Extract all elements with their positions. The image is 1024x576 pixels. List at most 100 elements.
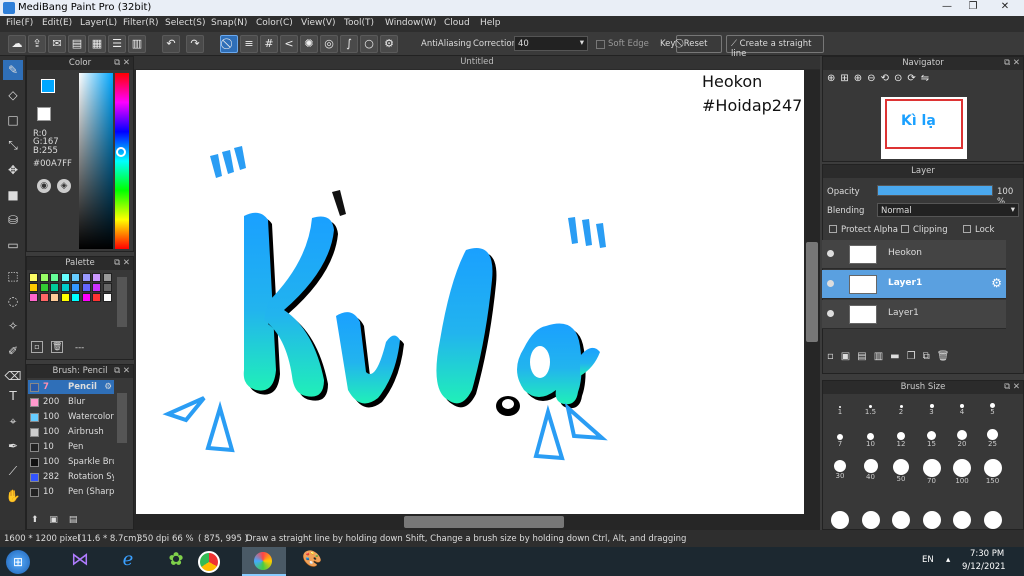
gradient-tool-icon[interactable]: ▭ xyxy=(3,235,23,255)
palette-swatch[interactable] xyxy=(92,273,101,282)
palette-swatch[interactable] xyxy=(39,293,49,302)
brush-size-option[interactable]: 40 xyxy=(856,459,886,485)
brush-size-option[interactable]: 50 xyxy=(886,459,916,485)
close-icon[interactable]: ⧉ ✕ xyxy=(114,365,130,378)
zoom-out-icon[interactable]: ⊖ xyxy=(867,73,880,84)
menu-select[interactable]: Select(S) xyxy=(165,18,206,28)
palette-swatch[interactable] xyxy=(102,273,112,282)
palette-scrollbar[interactable] xyxy=(117,277,127,327)
protect-alpha-checkbox[interactable] xyxy=(829,225,837,233)
bucket-tool-icon[interactable]: ⛁ xyxy=(3,210,23,230)
select-eraser-icon[interactable]: ⌫ xyxy=(3,366,23,386)
brush-item[interactable]: 10 Pen (Sharp xyxy=(28,485,114,499)
redo-icon[interactable]: ↷ xyxy=(186,35,204,53)
clock-date[interactable]: 9/12/2021 xyxy=(962,562,1006,572)
palette-swatch[interactable] xyxy=(29,283,38,292)
new-1bit-layer-icon[interactable]: ▥ xyxy=(874,351,890,362)
saturation-value-picker[interactable] xyxy=(79,73,113,249)
brush-size-dot[interactable] xyxy=(922,511,941,529)
layer-item[interactable]: Heokon xyxy=(822,240,1006,269)
close-icon[interactable]: ⧉ ✕ xyxy=(114,257,130,270)
list-icon[interactable]: ☰ xyxy=(108,35,126,53)
brush-size-option[interactable]: 70 xyxy=(917,459,947,485)
move-tool-icon[interactable]: ✥ xyxy=(3,160,23,180)
brush-item[interactable]: 100 Airbrush xyxy=(28,425,114,439)
palette-swatch[interactable] xyxy=(50,293,59,302)
brush-size-option[interactable]: 5 xyxy=(978,395,1008,421)
visibility-icon[interactable] xyxy=(827,250,834,257)
rotate-reset-icon[interactable]: ⊙ xyxy=(894,73,907,84)
new-8bit-layer-icon[interactable]: ▤ xyxy=(857,351,873,362)
horizontal-scroll-thumb[interactable] xyxy=(404,516,564,528)
navigator-preview[interactable]: Kì lạ xyxy=(881,97,967,159)
brush-size-dot[interactable] xyxy=(861,511,880,529)
brush-size-option[interactable]: 10 xyxy=(856,427,886,453)
coccoc-icon[interactable]: ✿ xyxy=(156,549,196,575)
canvas[interactable]: Heokon #Hoidap247 xyxy=(136,70,804,514)
hue-slider[interactable] xyxy=(115,73,129,249)
straight-line-button[interactable]: ⟋ Create a straight line xyxy=(726,35,824,59)
flip-icon[interactable]: ⇋ xyxy=(921,73,934,84)
zoom-in-icon[interactable]: ⊕ xyxy=(827,73,840,84)
new-halftone-layer-icon[interactable]: ▣ xyxy=(841,351,857,362)
palette-swatch[interactable] xyxy=(71,273,80,282)
menu-color[interactable]: Color(C) xyxy=(256,18,293,28)
trash-icon[interactable]: 🗑 xyxy=(937,351,957,362)
trash-icon[interactable]: 🗑 xyxy=(51,341,63,353)
brush-size-option[interactable]: 2 xyxy=(886,395,916,421)
zoom-in-icon[interactable]: ⊕ xyxy=(854,73,867,84)
share-icon[interactable]: ⇪ xyxy=(28,35,46,53)
zoom-fit-icon[interactable]: ⊞ xyxy=(840,73,853,84)
palette-swatch[interactable] xyxy=(60,283,70,292)
soft-edge-checkbox[interactable] xyxy=(596,40,605,49)
brush-size-option[interactable]: 20 xyxy=(947,427,977,453)
menu-window[interactable]: Window(W) xyxy=(385,18,436,28)
palette-swatch[interactable] xyxy=(60,273,70,282)
medibang-taskbar-icon[interactable] xyxy=(242,547,286,576)
visual-studio-icon[interactable]: ⋈ xyxy=(60,549,100,575)
select-pen-icon[interactable]: ✐ xyxy=(3,341,23,361)
start-button[interactable]: ⊞ xyxy=(6,550,30,574)
palette-swatch[interactable] xyxy=(81,273,91,282)
menu-help[interactable]: Help xyxy=(480,18,501,28)
snap-off-icon[interactable]: ⃠ xyxy=(220,35,238,53)
operation-tool-icon[interactable]: ⌖ xyxy=(3,411,23,431)
secondary-color-swatch[interactable] xyxy=(37,107,51,121)
brush-size-dot[interactable] xyxy=(831,511,849,529)
correction-select[interactable]: 40 ▾ xyxy=(514,36,588,51)
close-button[interactable]: ✕ xyxy=(990,0,1020,14)
reset-button[interactable]: ⃠ Reset xyxy=(676,35,722,53)
brush-item[interactable]: 7 Pencil ⚙ xyxy=(28,380,114,394)
menu-layer[interactable]: Layer(L) xyxy=(80,18,117,28)
palette-swatch[interactable] xyxy=(81,283,91,292)
add-brush-icon[interactable]: ▣ xyxy=(49,515,58,525)
brush-item[interactable]: 100 Sparkle Bru xyxy=(28,455,114,469)
grid-icon[interactable]: ▥ xyxy=(128,35,146,53)
menu-snap[interactable]: Snap(N) xyxy=(211,18,247,28)
palette-swatch[interactable] xyxy=(81,293,91,302)
brush-size-option[interactable]: 100 xyxy=(947,459,977,485)
document-tab[interactable]: Untitled xyxy=(134,56,820,69)
brush-size-option[interactable]: 1.5 xyxy=(856,395,886,421)
circle-snap-icon[interactable]: ◎ xyxy=(320,35,338,53)
menu-filter[interactable]: Filter(R) xyxy=(123,18,159,28)
palette-swatch[interactable] xyxy=(92,293,101,302)
color-wheel-icon[interactable]: ◉ xyxy=(37,179,51,193)
language-indicator[interactable]: EN xyxy=(922,555,934,565)
lasso-tool-icon[interactable]: ◌ xyxy=(3,291,23,311)
brush-size-option[interactable]: 3 xyxy=(917,395,947,421)
brush-size-dot[interactable] xyxy=(983,511,1002,529)
brush-item[interactable]: 100 Watercolor xyxy=(28,410,114,424)
maximize-button[interactable]: ❐ xyxy=(962,0,984,14)
palette-swatch[interactable] xyxy=(50,273,59,282)
hue-handle[interactable] xyxy=(116,147,126,157)
brush-tool-icon[interactable]: ✎ xyxy=(3,60,23,80)
visibility-icon[interactable] xyxy=(827,310,834,317)
hand-tool-icon[interactable]: ✋ xyxy=(3,486,23,506)
brush-size-option[interactable]: 4 xyxy=(947,395,977,421)
brush-size-dot[interactable] xyxy=(892,511,910,529)
close-icon[interactable]: ⧉ ✕ xyxy=(114,57,130,70)
menu-edit[interactable]: Edit(E) xyxy=(42,18,72,28)
brush-size-option[interactable]: 7 xyxy=(825,427,855,453)
brush-size-dot[interactable] xyxy=(953,511,971,529)
